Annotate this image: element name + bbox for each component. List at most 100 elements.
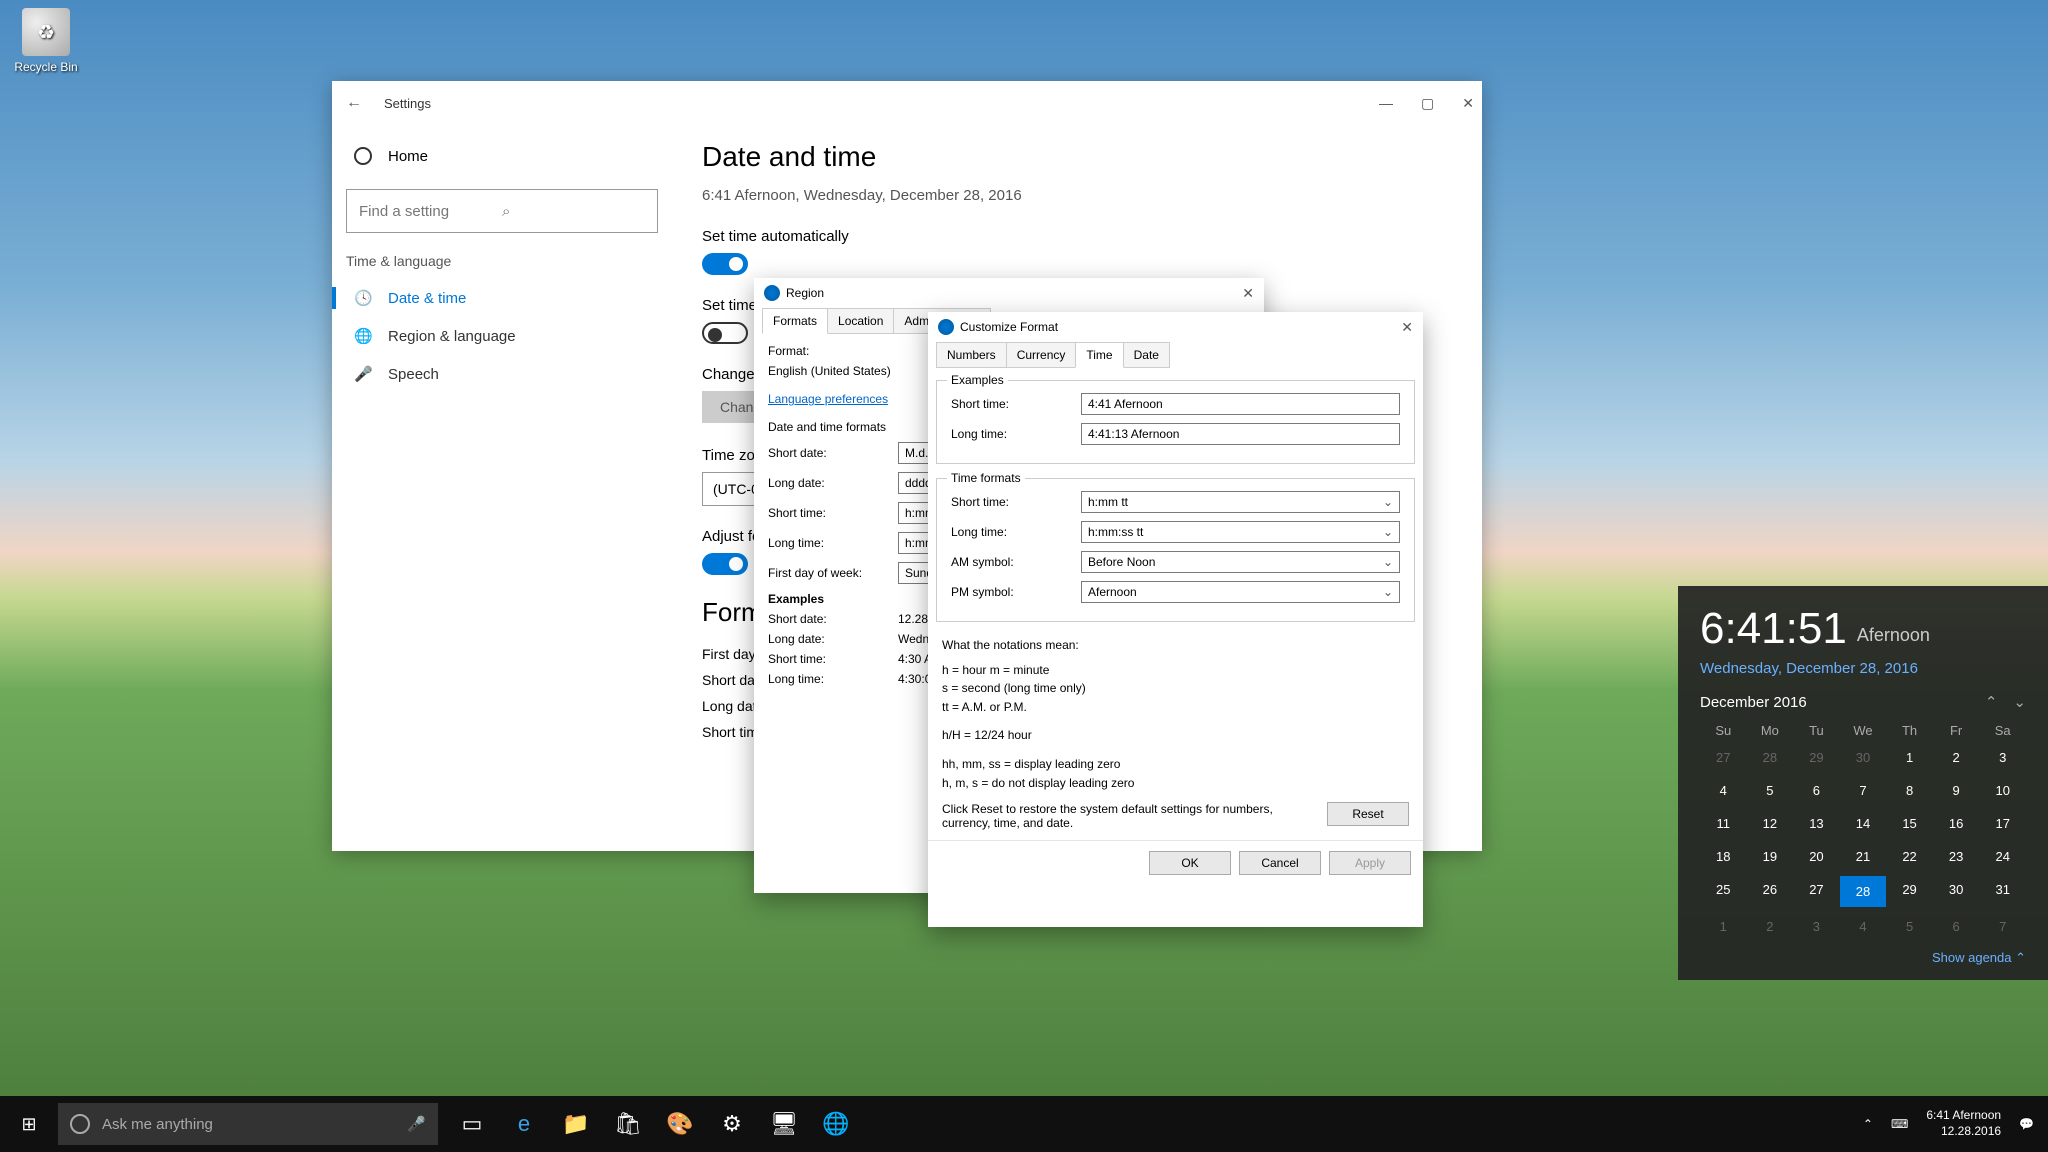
calendar-day[interactable]: 3 [1979,744,2026,771]
custom-close-button[interactable]: ✕ [1401,319,1413,336]
calendar-day[interactable]: 10 [1979,777,2026,804]
tab-time[interactable]: Time [1075,342,1123,368]
calendar-day[interactable]: 17 [1979,810,2026,837]
show-agenda-link[interactable]: Show agenda ⌃ [1700,950,2026,966]
tab-location[interactable]: Location [827,308,894,334]
task-view-button[interactable]: ▭ [446,1096,498,1152]
tab-date[interactable]: Date [1123,342,1170,368]
set-time-auto-toggle[interactable] [702,253,748,275]
tray-keyboard-icon[interactable]: ⌨ [1891,1117,1908,1131]
calendar-day[interactable]: 22 [1886,843,1933,870]
maximize-button[interactable]: ▢ [1421,95,1434,112]
calendar-up-button[interactable]: ⌃ [1985,693,1998,711]
nav-date-time[interactable]: 🕓 Date & time [346,279,658,317]
calendar-day[interactable]: 7 [1840,777,1887,804]
calendar-day[interactable]: 28 [1747,744,1794,771]
am-symbol-select[interactable]: Before Noon [1081,551,1400,573]
tab-formats[interactable]: Formats [762,308,828,334]
calendar-day[interactable]: 14 [1840,810,1887,837]
language-preferences-link[interactable]: Language preferences [768,392,888,406]
calendar-day[interactable]: 4 [1840,913,1887,940]
clock-icon: 🕓 [354,289,372,307]
action-center-icon[interactable]: 💬 [2019,1117,2034,1131]
calendar-down-button[interactable]: ⌄ [2013,693,2026,711]
tab-numbers[interactable]: Numbers [936,342,1007,368]
calendar-day[interactable]: 4 [1700,777,1747,804]
home-label: Home [388,148,428,165]
home-nav[interactable]: Home [346,137,658,175]
cortana-icon [70,1114,90,1134]
calendar-day[interactable]: 5 [1747,777,1794,804]
calendar-day[interactable]: 18 [1700,843,1747,870]
region-close-button[interactable]: ✕ [1242,285,1254,302]
calendar-day[interactable]: 2 [1933,744,1980,771]
calendar-day[interactable]: 29 [1886,876,1933,907]
calendar-day[interactable]: 8 [1886,777,1933,804]
calendar-day[interactable]: 1 [1700,913,1747,940]
calendar-day[interactable]: 25 [1700,876,1747,907]
minimize-button[interactable]: — [1379,95,1393,112]
calendar-day[interactable]: 29 [1793,744,1840,771]
calendar-day[interactable]: 15 [1886,810,1933,837]
calendar-day[interactable]: 16 [1933,810,1980,837]
set-tz-auto-toggle[interactable] [702,322,748,344]
calendar-day[interactable]: 20 [1793,843,1840,870]
examples-group: Examples Short time:4:41 Afernoon Long t… [936,380,1415,464]
calendar-day[interactable]: 5 [1886,913,1933,940]
cortana-search-input[interactable]: Ask me anything 🎤 [58,1103,438,1145]
taskbar: ⊞ Ask me anything 🎤 ▭ e 📁 🛍 🎨 ⚙ 🖥 🌐 ⌃ ⌨ … [0,1096,2048,1152]
edge-icon[interactable]: e [498,1096,550,1152]
calendar-day[interactable]: 1 [1886,744,1933,771]
calendar-day[interactable]: 21 [1840,843,1887,870]
calendar-day[interactable]: 27 [1700,744,1747,771]
paint-icon[interactable]: 🎨 [654,1096,706,1152]
calendar-day[interactable]: 26 [1747,876,1794,907]
calendar-day[interactable]: 12 [1747,810,1794,837]
calendar-day[interactable]: 2 [1747,913,1794,940]
calendar-day[interactable]: 11 [1700,810,1747,837]
apply-button[interactable]: Apply [1329,851,1411,875]
nav-speech[interactable]: 🎤 Speech [346,355,658,393]
nav-region-language[interactable]: 🌐 Region & language [346,317,658,355]
adjust-dst-toggle[interactable] [702,553,748,575]
pm-symbol-select[interactable]: Afernoon [1081,581,1400,603]
calendar-day[interactable]: 30 [1840,744,1887,771]
tab-currency[interactable]: Currency [1006,342,1077,368]
calendar-day[interactable]: 6 [1933,913,1980,940]
back-button[interactable]: ← [340,94,368,112]
calendar-day[interactable]: 6 [1793,777,1840,804]
calendar-day[interactable]: 23 [1933,843,1980,870]
app-icon-2[interactable]: 🌐 [810,1096,862,1152]
calendar-day[interactable]: 13 [1793,810,1840,837]
section-label: Time & language [346,253,658,269]
calendar-day[interactable]: 30 [1933,876,1980,907]
recycle-bin-label: Recycle Bin [8,60,84,74]
start-button[interactable]: ⊞ [0,1114,58,1135]
settings-icon[interactable]: ⚙ [706,1096,758,1152]
reset-button[interactable]: Reset [1327,802,1409,826]
calendar-day[interactable]: 7 [1979,913,2026,940]
store-icon[interactable]: 🛍 [602,1096,654,1152]
close-button[interactable]: ✕ [1462,95,1474,112]
calendar-day[interactable]: 3 [1793,913,1840,940]
full-date-link[interactable]: Wednesday, December 28, 2016 [1700,660,2026,677]
settings-search-input[interactable]: Find a setting ⌕ [346,189,658,233]
long-time-format-select[interactable]: h:mm:ss tt [1081,521,1400,543]
calendar-day[interactable]: 24 [1979,843,2026,870]
short-time-format-select[interactable]: h:mm tt [1081,491,1400,513]
app-icon-1[interactable]: 🖥 [758,1096,810,1152]
tray-clock[interactable]: 6:41 Afernoon 12.28.2016 [1926,1108,2001,1139]
recycle-bin[interactable]: ♻ Recycle Bin [8,8,84,74]
calendar-day[interactable]: 27 [1793,876,1840,907]
calendar-day-header: Sa [1979,723,2026,738]
file-explorer-icon[interactable]: 📁 [550,1096,602,1152]
cancel-button[interactable]: Cancel [1239,851,1321,875]
ok-button[interactable]: OK [1149,851,1231,875]
calendar-day[interactable]: 28 [1840,876,1887,907]
calendar-day[interactable]: 19 [1747,843,1794,870]
calendar-month[interactable]: December 2016 [1700,694,1807,711]
tray-chevron-icon[interactable]: ⌃ [1863,1117,1873,1131]
recycle-bin-icon: ♻ [22,8,70,56]
calendar-day[interactable]: 9 [1933,777,1980,804]
calendar-day[interactable]: 31 [1979,876,2026,907]
